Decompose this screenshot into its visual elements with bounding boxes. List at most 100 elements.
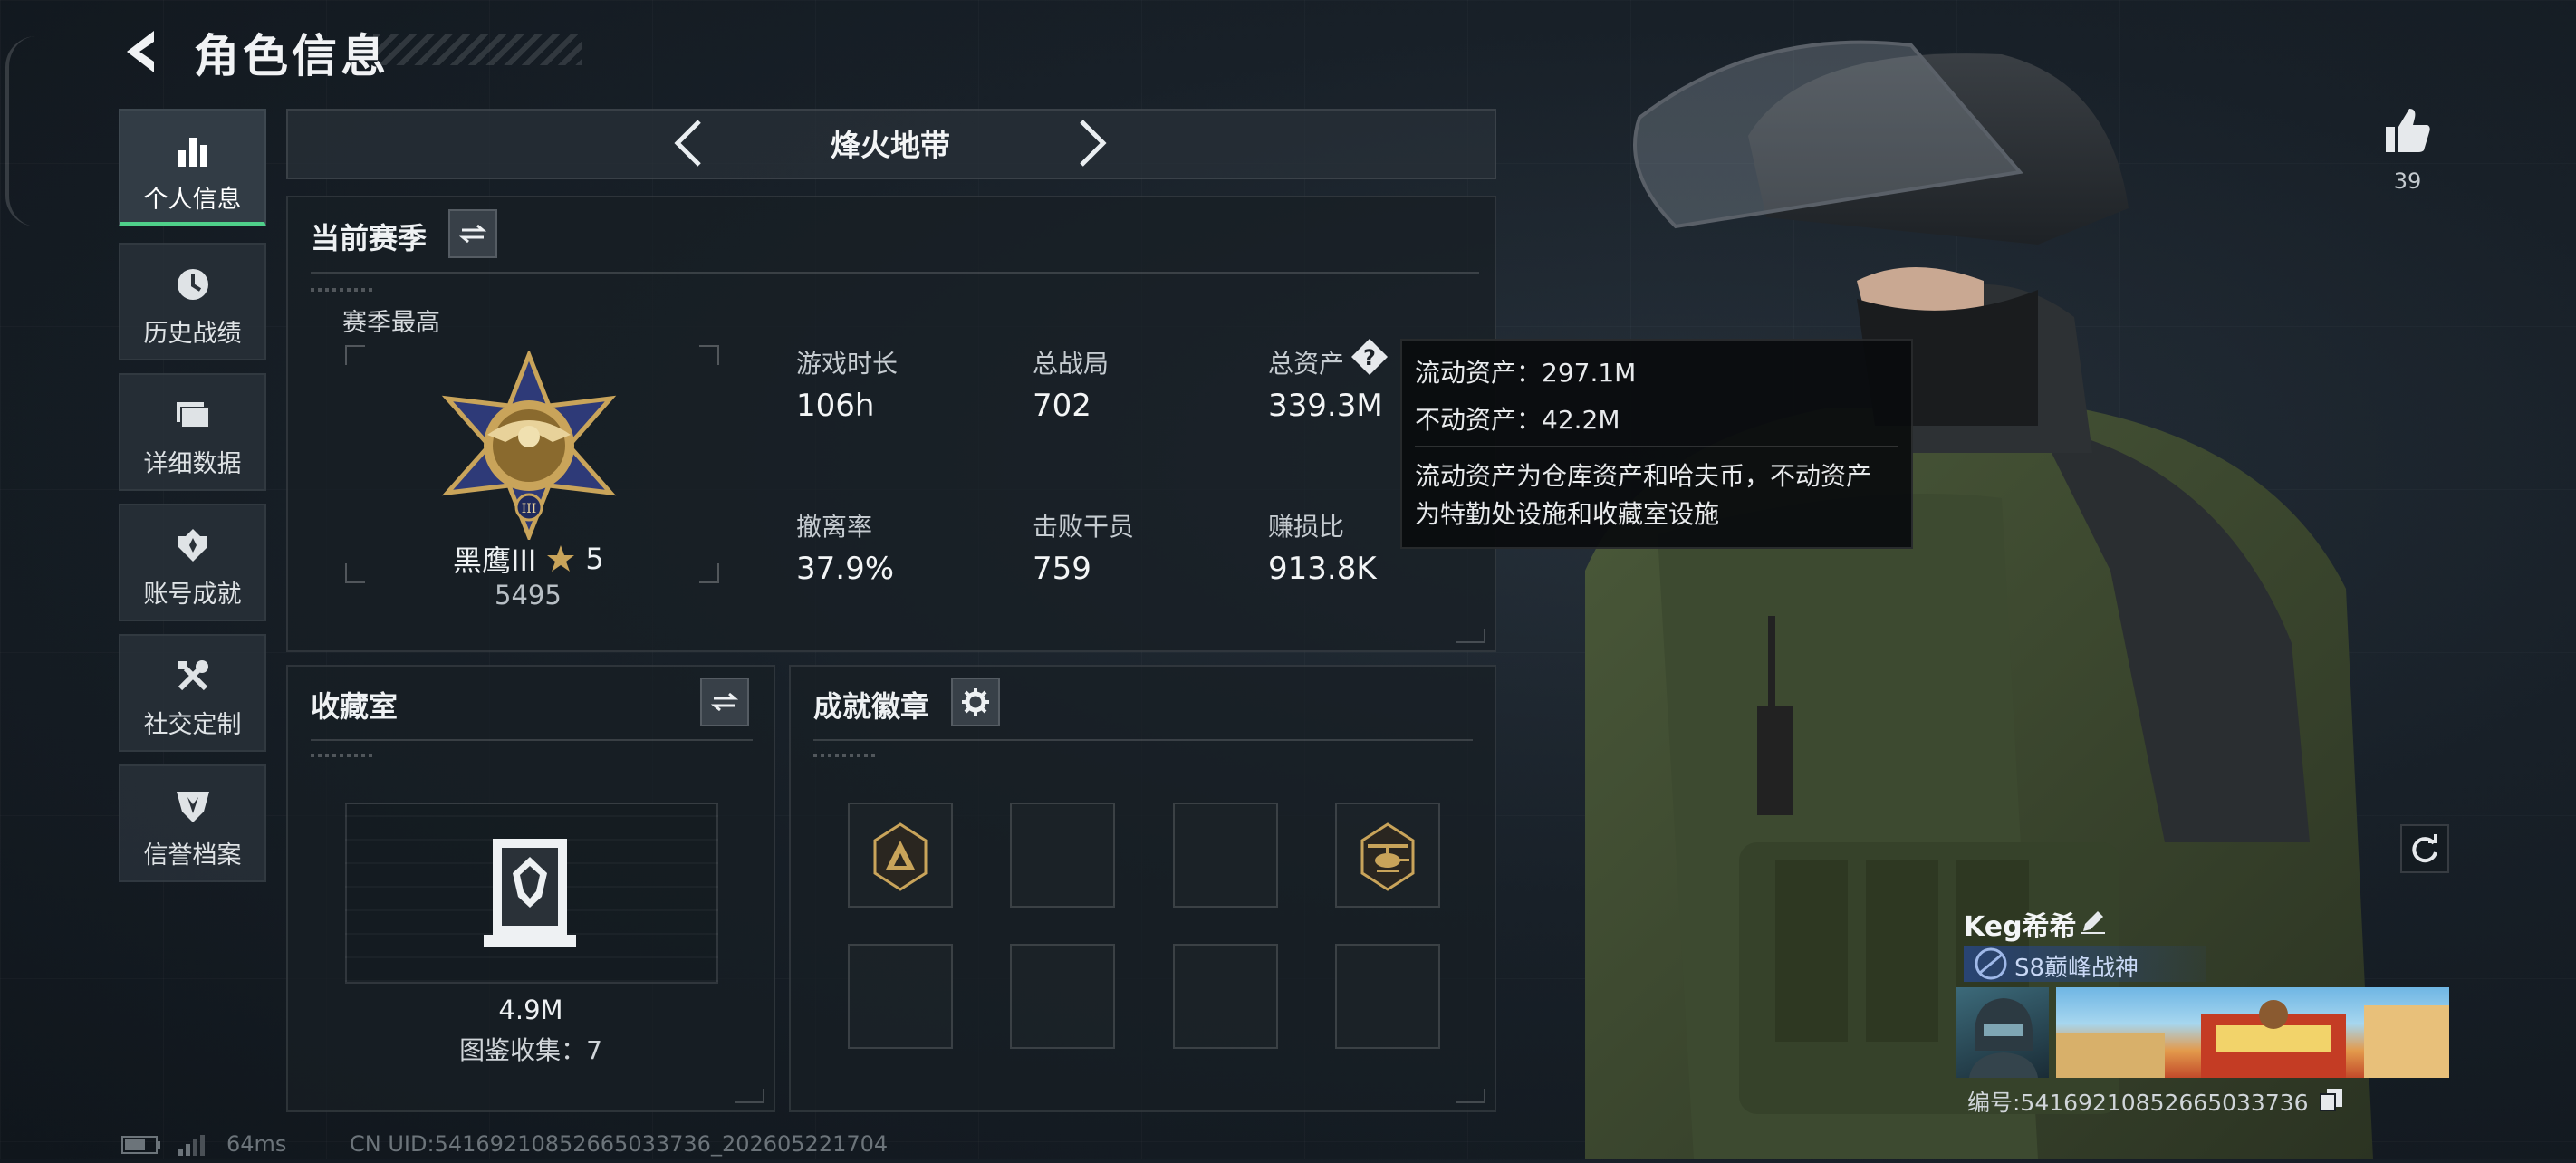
swap-icon: [459, 224, 486, 244]
assets-help-button[interactable]: ?: [1350, 337, 1389, 377]
collection-title: 收藏室: [311, 689, 399, 724]
stat-label-profit-ratio: 赚损比: [1268, 512, 1345, 542]
stat-value-playtime: 106h: [796, 388, 875, 424]
help-icon: ?: [1351, 339, 1388, 375]
sidebar-item-label: 详细数据: [143, 450, 242, 478]
svg-text:?: ?: [1363, 345, 1376, 370]
chevron-right-icon: [1080, 120, 1107, 167]
display-case-icon: [484, 839, 576, 947]
sidebar-item-personal-info[interactable]: 个人信息: [119, 109, 266, 226]
badge-slot-6[interactable]: [1010, 944, 1115, 1049]
frame-corner: [345, 345, 365, 365]
rotate-model-button[interactable]: [2400, 824, 2449, 873]
sidebar-item-label: 账号成就: [143, 581, 242, 609]
profile-banner[interactable]: [2056, 987, 2449, 1078]
page-title: 角色信息: [194, 30, 389, 82]
badge-slot-5[interactable]: [848, 944, 953, 1049]
sidebar-item-label: 个人信息: [143, 186, 242, 214]
stat-label-playtime: 游戏时长: [796, 349, 899, 379]
collection-value: 4.9M: [498, 995, 563, 1025]
signal-icon: [178, 1134, 207, 1156]
sidebar-item-label: 信誉档案: [143, 841, 242, 870]
badges-title: 成就徽章: [813, 689, 930, 724]
rank-name: 黑鹰III: [453, 543, 537, 578]
star-icon: [547, 545, 575, 572]
sidebar-item-label: 历史战绩: [143, 320, 242, 348]
badge-slot-8[interactable]: [1335, 944, 1440, 1049]
like-count: 39: [2393, 168, 2422, 194]
back-arrow-icon: [127, 31, 154, 72]
like-button[interactable]: [2382, 105, 2433, 156]
stat-label-kills: 击败干员: [1033, 512, 1135, 542]
sidebar-item-achievements[interactable]: 账号成就: [119, 504, 266, 621]
edit-name-button[interactable]: [2080, 908, 2107, 935]
sidebar-item-social[interactable]: 社交定制: [119, 634, 266, 752]
compass-icon: [1975, 947, 2007, 980]
divider-accent: [813, 754, 877, 757]
badge-slot-3[interactable]: [1173, 803, 1278, 908]
back-button[interactable]: [118, 27, 167, 76]
stat-label-matches: 总战局: [1033, 349, 1110, 379]
edge-arc: [5, 36, 36, 226]
shield-icon: [176, 792, 209, 822]
next-mode-button[interactable]: [1074, 118, 1110, 168]
season-switch-button[interactable]: [448, 209, 497, 258]
sidebar-item-history[interactable]: 历史战绩: [119, 243, 266, 360]
swap-icon: [711, 692, 738, 712]
badge-slot-7[interactable]: [1173, 944, 1278, 1049]
refresh-icon: [2412, 834, 2437, 863]
gear-icon: [962, 688, 989, 716]
divider: [311, 739, 753, 741]
prev-mode-button[interactable]: [670, 118, 706, 168]
badges-settings-button[interactable]: [951, 678, 1000, 726]
clock-icon: [177, 269, 208, 300]
eagle-medal-icon: III: [441, 349, 617, 543]
wrench-icon: [178, 660, 208, 691]
battery-icon: [121, 1136, 161, 1154]
divider: [311, 272, 1479, 274]
sidebar-item-details[interactable]: 详细数据: [119, 373, 266, 491]
chevron-left-icon: [674, 120, 701, 167]
copy-id-button[interactable]: [2319, 1087, 2344, 1112]
rank-emblem: III: [433, 349, 625, 543]
divider-accent: [311, 754, 374, 757]
uid-footer: CN UID:54169210852665033736_202605221704: [350, 1131, 889, 1157]
helicopter-badge-icon: [1360, 822, 1415, 891]
title-emblem: [1973, 946, 2009, 982]
player-title: S8巅峰战神: [2014, 955, 2139, 982]
sidebar-item-reputation[interactable]: 信誉档案: [119, 764, 266, 882]
collection-switch-button[interactable]: [700, 678, 749, 726]
tooltip-fixed-assets: 不动资产：42.2M: [1415, 405, 1620, 435]
badge-slot-1[interactable]: [848, 803, 953, 908]
frame-corner: [699, 345, 719, 365]
tooltip-desc-line1: 流动资产为仓库资产和哈夫币，不动资产: [1415, 461, 1872, 491]
bar-chart-icon: [178, 138, 207, 167]
stat-value-assets: 339.3M: [1268, 388, 1383, 424]
thumbs-up-icon: [2386, 109, 2430, 152]
divider: [813, 739, 1473, 741]
svg-text:III: III: [522, 502, 537, 516]
title-decoration: [373, 34, 582, 65]
frame-corner: [699, 563, 719, 583]
avatar-helmet-icon: [1969, 998, 2038, 1078]
season-best-label: 赛季最高: [342, 309, 440, 337]
player-name: Keg希希: [1964, 911, 2077, 943]
stat-value-kills: 759: [1033, 551, 1091, 587]
sidebar-item-label: 社交定制: [143, 711, 242, 739]
stat-value-profit-ratio: 913.8K: [1268, 551, 1377, 587]
medal-icon: [178, 529, 207, 562]
folder-icon: [176, 402, 210, 428]
badge-slot-2[interactable]: [1010, 803, 1115, 908]
ping: 64ms: [226, 1131, 287, 1157]
stat-value-matches: 702: [1033, 388, 1091, 424]
triangle-badge-icon: [873, 822, 928, 891]
frame-corner: [345, 563, 365, 583]
stat-label-assets: 总资产: [1268, 349, 1345, 379]
badge-slot-4[interactable]: [1335, 803, 1440, 908]
copy-icon: [2320, 1089, 2342, 1111]
pencil-icon: [2081, 911, 2105, 934]
avatar[interactable]: [1956, 987, 2049, 1078]
divider-accent: [311, 288, 374, 292]
collection-catalog: 图鉴收集：7: [459, 1035, 602, 1065]
tooltip-liquid-assets: 流动资产：297.1M: [1415, 358, 1637, 388]
